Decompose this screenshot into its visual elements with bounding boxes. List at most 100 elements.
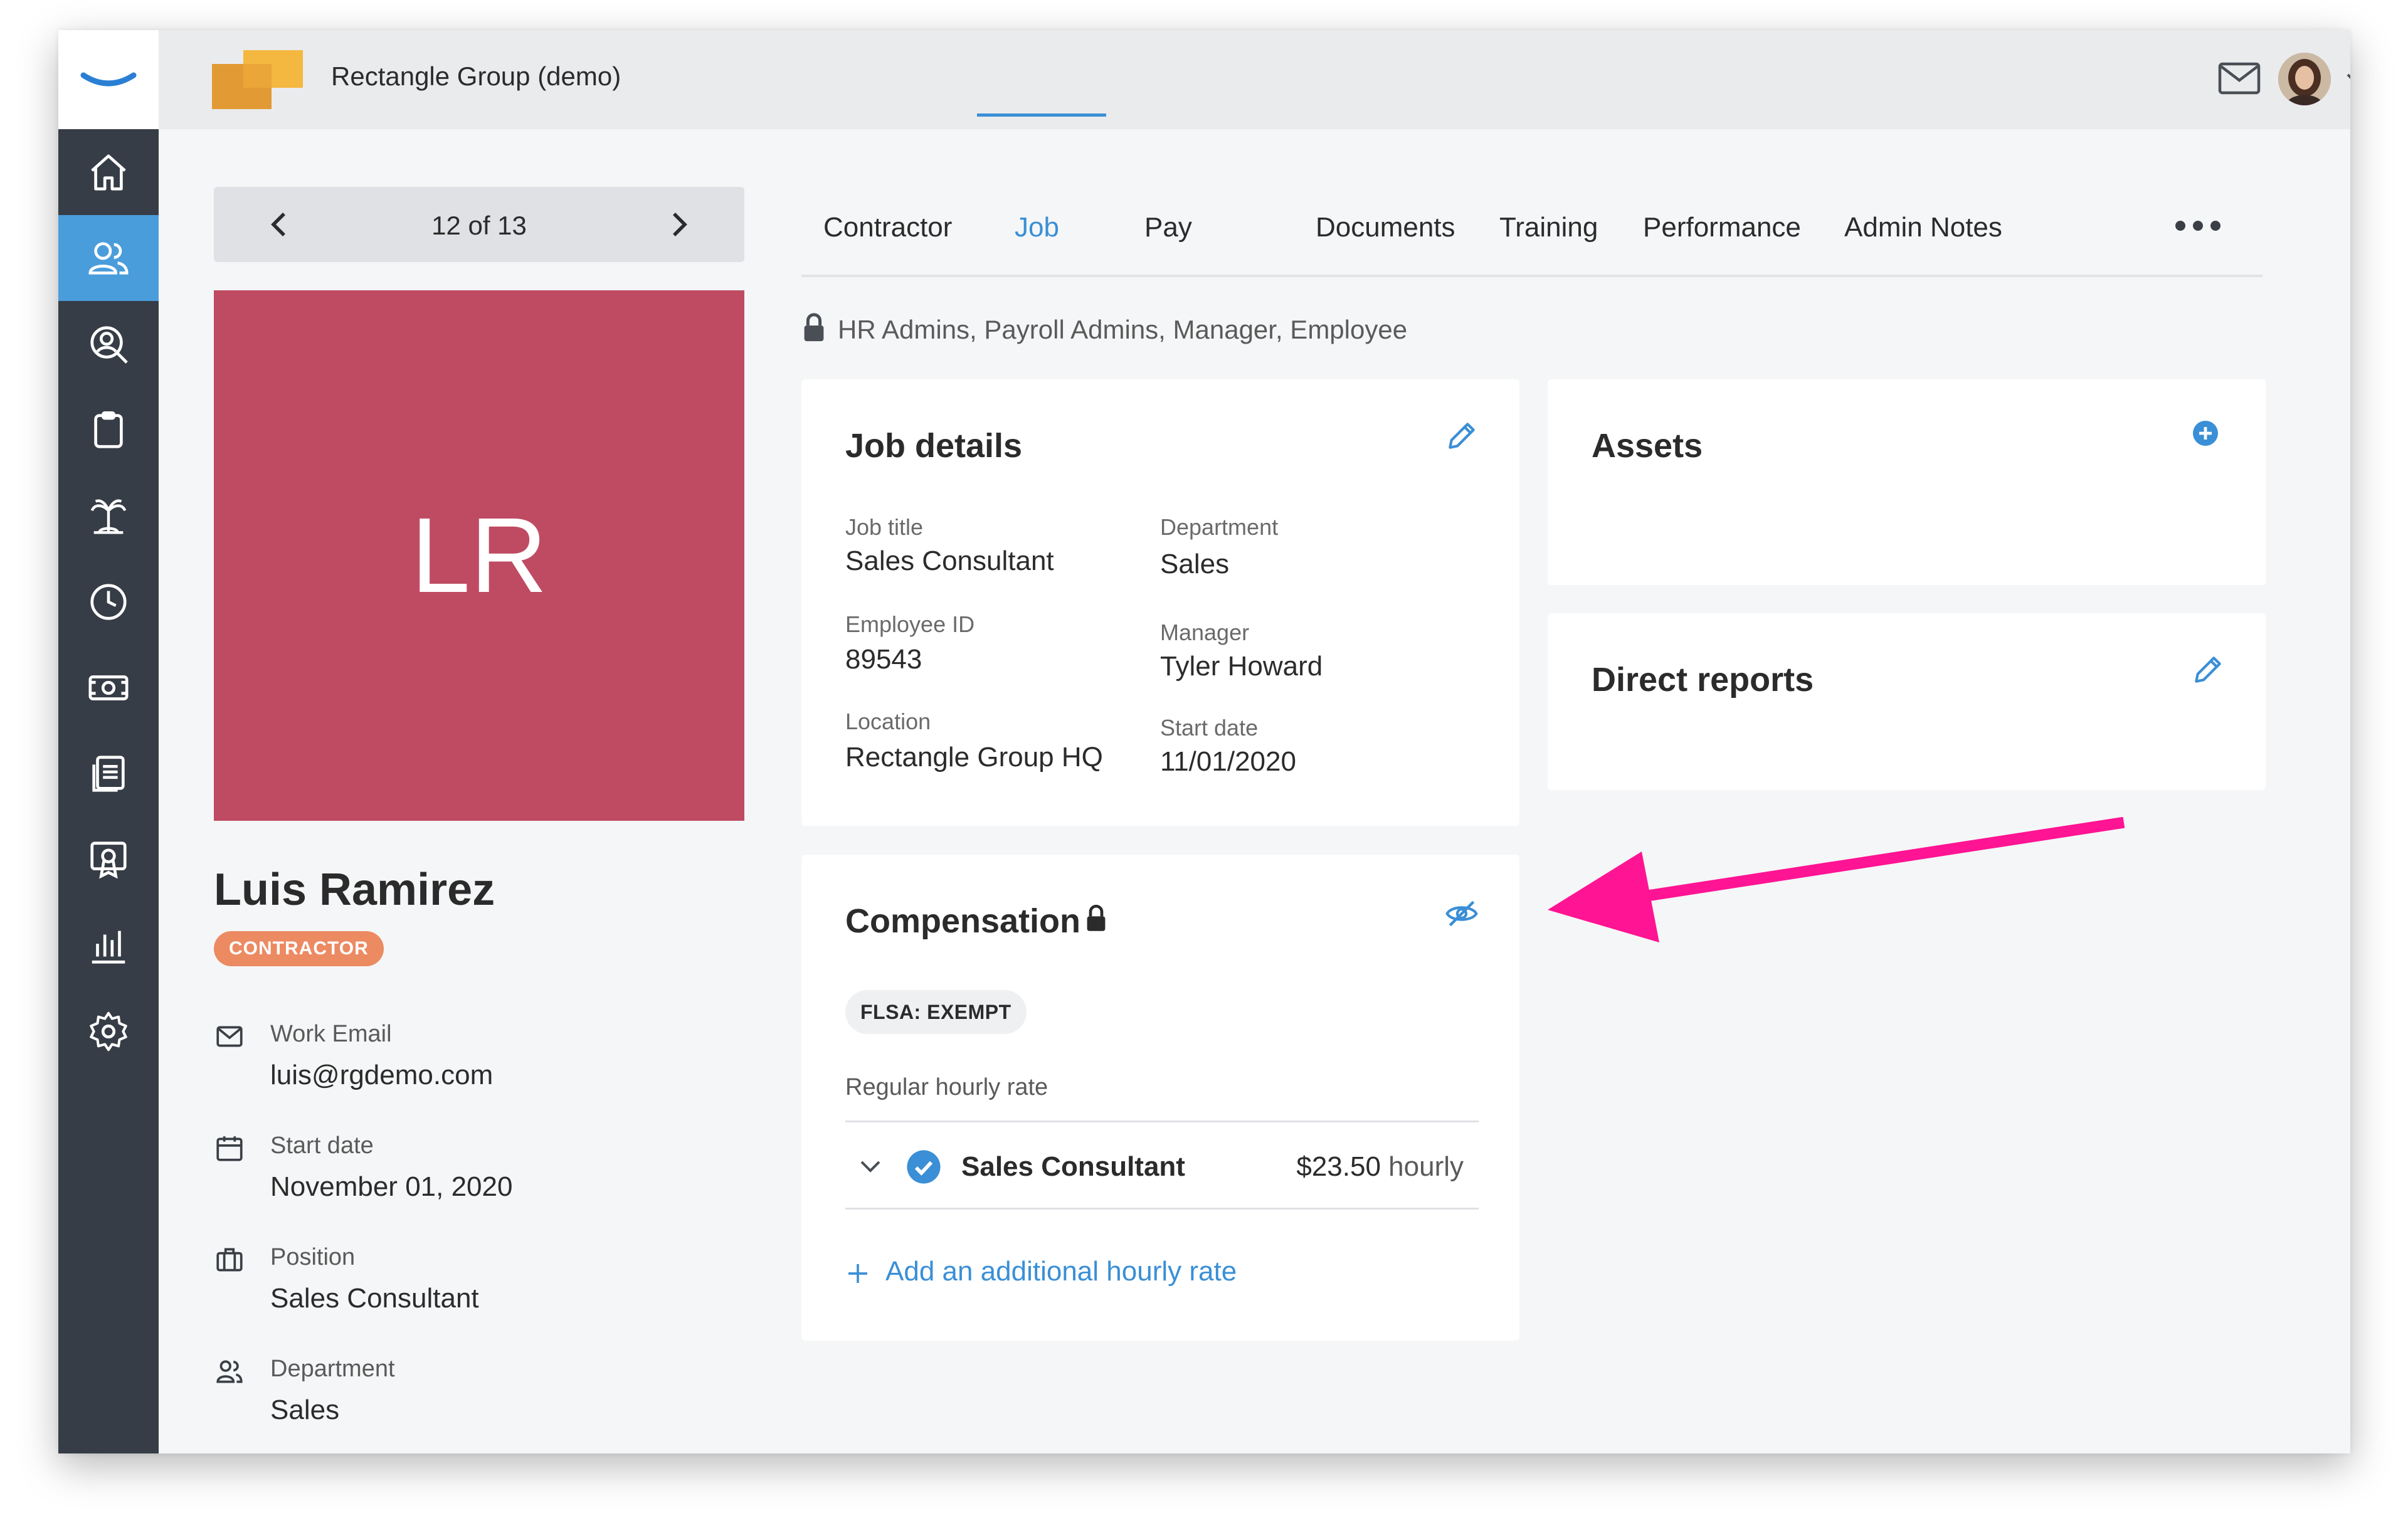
- field-value: Sales: [1160, 549, 1230, 579]
- access-roles-text: HR Admins, Payroll Admins, Manager, Empl…: [838, 315, 1408, 344]
- rate-amount: $23.50 hourly: [1296, 1151, 1464, 1183]
- rate-value: $23.50: [1296, 1151, 1381, 1182]
- info-label: Position: [270, 1244, 356, 1270]
- sidebar-item-home[interactable]: [58, 129, 159, 215]
- payroll-icon: [88, 675, 129, 700]
- field-value: 89543: [845, 644, 922, 675]
- more-options-icon[interactable]: [2173, 218, 2223, 233]
- check-circle-icon: [907, 1150, 941, 1184]
- field-value: 11/01/2020: [1160, 746, 1296, 777]
- inbox-icon[interactable]: [2217, 60, 2261, 98]
- employee-pager: 12 of 13: [214, 187, 744, 262]
- sidebar: [58, 30, 159, 1453]
- job-details-card: Job details Job title Sales Consultant D…: [801, 379, 1519, 826]
- direct-reports-card: Direct reports: [1548, 613, 2266, 790]
- add-hourly-rate-label: Add an additional hourly rate: [885, 1256, 1237, 1287]
- tab-contractor[interactable]: Contractor: [823, 212, 952, 243]
- sidebar-item-training[interactable]: [58, 816, 159, 902]
- sidebar-item-onboarding[interactable]: [58, 387, 159, 473]
- sidebar-item-documents[interactable]: [58, 730, 159, 816]
- info-value: November 01, 2020: [270, 1171, 513, 1202]
- rate-unit: hourly: [1388, 1151, 1464, 1182]
- chevron-right-icon[interactable]: [663, 209, 694, 240]
- field-label: Location: [845, 709, 931, 734]
- people-icon: [88, 241, 129, 275]
- plus-icon: [848, 1264, 867, 1283]
- reports-icon: [92, 931, 125, 964]
- card-title: Assets: [1592, 427, 1703, 465]
- recruiting-icon: [90, 325, 128, 364]
- sidebar-item-reports[interactable]: [58, 902, 159, 988]
- settings-icon: [90, 1011, 127, 1051]
- tab-training[interactable]: Training: [1499, 212, 1598, 243]
- home-icon: [91, 154, 126, 191]
- hourly-rate-row[interactable]: Sales Consultant $23.50 hourly: [845, 1121, 1479, 1210]
- flsa-status-pill: FLSA: EXEMPT: [845, 990, 1027, 1034]
- tab-pay[interactable]: Pay: [1144, 212, 1192, 243]
- tab-documents[interactable]: Documents: [1316, 212, 1455, 243]
- lock-icon: [1087, 904, 1106, 931]
- sidebar-item-people[interactable]: [58, 215, 159, 301]
- card-title: Direct reports: [1592, 661, 1814, 699]
- documents-icon: [92, 755, 125, 792]
- sidebar-item-settings[interactable]: [58, 988, 159, 1074]
- chevron-down-icon[interactable]: [858, 1154, 883, 1179]
- top-bar: Rectangle Group (demo): [159, 30, 2350, 129]
- rate-section-label: Regular hourly rate: [845, 1074, 1048, 1100]
- profile-photo-placeholder[interactable]: LR: [214, 290, 744, 821]
- card-title: Compensation: [845, 902, 1081, 940]
- info-label: Work Email: [270, 1021, 392, 1047]
- manager-link[interactable]: Tyler Howard: [1160, 651, 1323, 682]
- sidebar-item-payroll[interactable]: [58, 645, 159, 730]
- annotation-arrow-icon: [1548, 817, 2125, 942]
- profile-initials: LR: [411, 496, 547, 615]
- tab-performance[interactable]: Performance: [1643, 212, 1801, 243]
- assets-card: Assets: [1548, 379, 2266, 585]
- department-icon: [216, 1360, 243, 1383]
- tab-job[interactable]: Job: [1015, 212, 1059, 243]
- card-title: Job details: [845, 427, 1023, 465]
- company-logo-icon: [212, 50, 303, 109]
- info-label: Department: [270, 1356, 395, 1382]
- field-value: Sales Consultant: [845, 546, 1054, 576]
- compensation-card: Compensation FLSA: EXEMPT Regular hourly…: [801, 855, 1519, 1341]
- sidebar-item-recruiting[interactable]: [58, 301, 159, 387]
- lock-icon: [804, 313, 824, 342]
- calendar-icon: [216, 1136, 243, 1161]
- add-circle-icon[interactable]: [2190, 418, 2221, 448]
- info-value: Sales Consultant: [270, 1283, 479, 1314]
- field-value: Rectangle Group HQ: [845, 742, 1103, 773]
- tab-admin-notes[interactable]: Admin Notes: [1844, 212, 2002, 243]
- field-label: Job title: [845, 514, 924, 540]
- clock-icon: [90, 583, 127, 620]
- briefcase-icon: [216, 1248, 243, 1272]
- app-logo[interactable]: [58, 30, 159, 129]
- mail-icon: [216, 1026, 243, 1047]
- rate-job-title: Sales Consultant: [961, 1151, 1185, 1182]
- employee-name: Luis Ramirez: [214, 865, 495, 915]
- user-avatar[interactable]: [2278, 53, 2331, 105]
- time-off-icon: [90, 498, 127, 534]
- info-label: Start date: [270, 1132, 374, 1159]
- field-label: Start date: [1160, 715, 1259, 741]
- active-tab-indicator: [977, 113, 1106, 117]
- edit-pencil-icon[interactable]: [1444, 418, 1479, 453]
- field-label: Employee ID: [845, 611, 975, 637]
- field-label: Department: [1160, 514, 1279, 540]
- clipboard-icon: [94, 411, 123, 448]
- employment-type-badge: CONTRACTOR: [214, 931, 384, 966]
- edit-pencil-icon[interactable]: [2190, 652, 2226, 687]
- company-name[interactable]: Rectangle Group (demo): [331, 61, 621, 92]
- sidebar-item-time-tracking[interactable]: [58, 559, 159, 645]
- work-email-link[interactable]: luis@rgdemo.com: [270, 1060, 493, 1091]
- chevron-down-icon[interactable]: [2344, 69, 2350, 88]
- sidebar-item-time-off[interactable]: [58, 473, 159, 559]
- field-label: Manager: [1160, 620, 1250, 645]
- smile-logo-icon: [80, 72, 137, 87]
- profile-tabs: Contractor Job Pay Documents Training Pe…: [801, 187, 2263, 277]
- app-window: Rectangle Group (demo) 12 of 13 LR Luis …: [58, 30, 2350, 1453]
- info-value: Sales: [270, 1395, 340, 1425]
- training-icon: [90, 841, 127, 878]
- hide-eye-icon[interactable]: [1444, 896, 1479, 931]
- user-photo-icon: [2278, 53, 2331, 105]
